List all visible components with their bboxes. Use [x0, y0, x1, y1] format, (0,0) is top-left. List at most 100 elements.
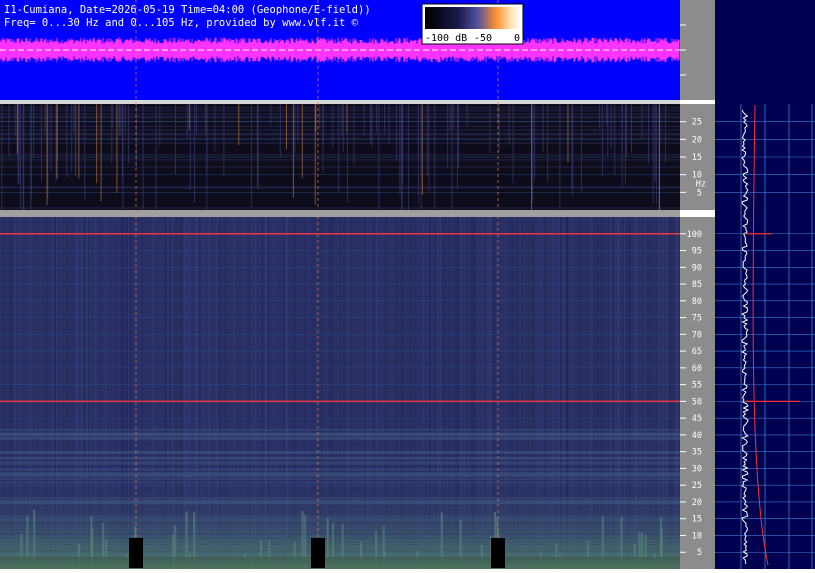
lowfreq-stripe [322, 104, 324, 144]
lowfreq-stripe [641, 104, 643, 139]
lowfreq-stripe [155, 104, 157, 210]
lowfreq-stripe [314, 104, 316, 205]
lowfreq-stripe [256, 104, 258, 186]
lowfreq-stripe [66, 104, 68, 178]
lowfreq-stripe [100, 104, 102, 202]
lowfreq-band [0, 207, 680, 209]
lowfreq-stripe [159, 104, 161, 147]
lowfreq-stripe [189, 104, 191, 191]
lowfreq-stripe [370, 104, 372, 142]
lowfreq-stripe [338, 104, 340, 193]
lowfreq-stripe [452, 104, 454, 130]
lowfreq-stripe [363, 104, 365, 137]
lowfreq-stripe [434, 104, 436, 209]
lowfreq-stripe [652, 104, 654, 204]
lowfreq-stripe [111, 104, 113, 128]
lowfreq-stripe [73, 104, 75, 134]
lowfreq-stripe [395, 104, 397, 162]
lowfreq-stripe [84, 104, 86, 200]
lowfreq-stripe [250, 104, 252, 207]
lowfreq-band [0, 159, 680, 161]
lowfreq-stripe [456, 104, 458, 190]
main-tick-label: 80 [692, 297, 702, 307]
lowfreq-band [0, 154, 680, 156]
main-tick-label: 30 [692, 464, 702, 474]
main-tick-label: 75 [692, 314, 702, 324]
lowfreq-stripe [71, 104, 73, 172]
lowfreq-stripe [75, 104, 77, 171]
lowfreq-stripe [223, 104, 225, 176]
lowfreq-stripe [116, 104, 118, 194]
lowfreq-band [0, 166, 680, 168]
lowfreq-stripe [194, 104, 196, 203]
lowfreq-stripe [341, 104, 343, 136]
lowfreq-stripe [353, 104, 355, 165]
header-line-1: I1-Cumiana, Date=2026-05-19 Time=04:00 (… [4, 4, 371, 16]
main-tick-label: 15 [692, 515, 702, 525]
lowfreq-band [0, 117, 680, 119]
lowfreq-stripe [625, 104, 627, 157]
lowfreq-stripe [401, 104, 403, 202]
lowfreq-stripe [124, 104, 126, 132]
panel-separator-top [0, 100, 680, 104]
lowfreq-tick-label: 5 [697, 188, 702, 198]
lowfreq-stripe [186, 104, 188, 139]
lowfreq-stripe [606, 104, 608, 126]
lowfreq-stripe [466, 104, 468, 126]
lowfreq-stripe [294, 104, 296, 153]
lowfreq-tick-label: 15 [692, 153, 702, 163]
lowfreq-stripe [512, 104, 514, 184]
lowfreq-stripe [426, 104, 428, 177]
lowfreq-band [0, 125, 680, 128]
main-tick-label: 20 [692, 498, 702, 508]
lowfreq-stripe [297, 104, 299, 142]
lowfreq-stripe [421, 104, 423, 172]
lowfreq-stripe [447, 104, 449, 170]
lowfreq-band [0, 186, 680, 188]
lowfreq-stripe [655, 104, 657, 205]
lowfreq-stripe [388, 104, 390, 145]
lowfreq-stripe [20, 104, 22, 209]
lowfreq-glow [0, 470, 680, 569]
lowfreq-stripe [567, 104, 569, 163]
lowfreq-band [0, 142, 680, 144]
main-tick-label: 55 [692, 381, 702, 391]
lowfreq-band [0, 137, 680, 140]
lowfreq-tick-label: 20 [692, 135, 702, 145]
lowfreq-stripe [46, 104, 48, 206]
lowfreq-stripe [204, 104, 206, 136]
spectrogram-band [0, 428, 680, 431]
main-tick-label: 5 [697, 548, 702, 558]
lowfreq-band [0, 132, 680, 135]
spectrogram-band [0, 432, 680, 435]
lowfreq-stripe [607, 104, 609, 157]
lowfreq-stripe [33, 104, 35, 159]
axis-panel-gap-mid [680, 210, 715, 217]
lowfreq-stripe [458, 104, 460, 169]
spectrogram-band [0, 456, 680, 459]
spectrogram-band [0, 438, 680, 441]
lowfreq-band [0, 109, 680, 112]
lowfreq-stripe [532, 104, 534, 203]
main-tick-label: 85 [692, 280, 702, 290]
lowfreq-stripe [571, 104, 573, 189]
lowfreq-stripe [120, 104, 122, 136]
lowfreq-stripe [654, 104, 656, 182]
lowfreq-stripe [196, 104, 198, 135]
lowfreq-stripe [417, 104, 419, 203]
lowfreq-stripe [286, 104, 288, 150]
time-marker-label-bg [311, 538, 325, 568]
lowfreq-stripe [542, 104, 544, 152]
lowfreq-stripe [319, 104, 321, 129]
lowfreq-stripe [508, 104, 510, 145]
lowfreq-stripe [547, 104, 549, 182]
legend-label-max: 0 [514, 33, 520, 44]
main-tick-label: 45 [692, 414, 702, 424]
lowfreq-stripe [624, 104, 626, 186]
lowfreq-stripe [238, 104, 240, 145]
lowfreq-stripe [118, 104, 120, 137]
lowfreq-stripe [8, 104, 10, 157]
main-tick-label: 40 [692, 431, 702, 441]
lowfreq-stripe [127, 104, 129, 164]
lowfreq-stripe [50, 104, 52, 172]
